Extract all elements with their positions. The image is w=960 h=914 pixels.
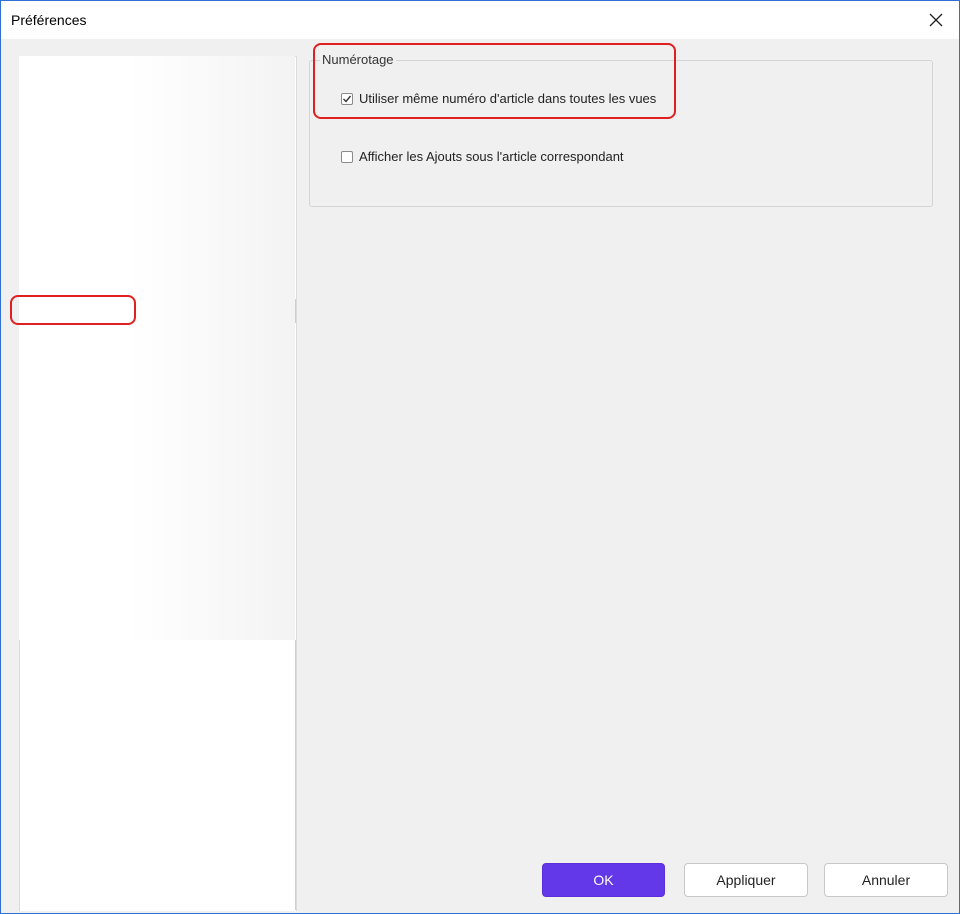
sidebar-item-renders[interactable]: Rendus [20, 443, 296, 467]
sidebar-item-export-autocad[interactable]: Exporter à AutoCAD [20, 227, 296, 251]
sidebar-item-assistants[interactable]: Paramètres des assistants [20, 371, 296, 395]
sidebar-item-label: Flex Cloud [43, 253, 126, 272]
show-additions-checkbox[interactable] [341, 150, 353, 163]
sidebar-item-label: Paramètres des assistants [43, 373, 246, 392]
sidebar-item-walls[interactable]: Murs/lignes de construction [20, 347, 296, 371]
sidebar-item-label: Textures de la pièce [43, 469, 197, 488]
ok-button[interactable]: OK [542, 863, 665, 897]
numbering-groupbox [309, 60, 933, 207]
document-gear-icon [21, 157, 41, 177]
show-additions-label: Afficher les Ajouts sous l'article corre… [359, 149, 624, 164]
sidebar-item-label: Configuration de la LDA [43, 157, 226, 176]
sidebar-item-tab-templates[interactable]: Modèles d'onglets d'affichage [20, 323, 296, 347]
sidebar-item-label: Aspect de l'application [43, 61, 214, 80]
preferences-sidebar: Aspect de l'application Catalogues Chemi… [19, 56, 297, 911]
numbering-group-title: Numérotage [320, 52, 396, 67]
sidebar-item-label: Plans de travail (comptoirs) et g [43, 421, 286, 440]
cube-icon [21, 445, 41, 465]
workspace-icon [21, 205, 41, 225]
sidebar-item-label: Espace de travail [43, 205, 176, 224]
preferences-nav-list: Aspect de l'application Catalogues Chemi… [20, 59, 296, 491]
sidebar-item-label: Paramètres globaux [43, 397, 197, 416]
sidebar-edge [295, 640, 296, 910]
window-title: Préférences [11, 12, 87, 28]
sidebar-item-global-settings[interactable]: Paramètres globaux [20, 395, 296, 419]
palette-icon [21, 469, 41, 489]
sidebar-item-workspace[interactable]: Espace de travail [20, 203, 296, 227]
sidebar-item-label: Catalogues [43, 85, 131, 104]
sidebar-item-file-paths[interactable]: Chemins d'accès des fichiers [20, 107, 296, 131]
show-additions-checkbox-row[interactable]: Afficher les Ajouts sous l'article corre… [341, 149, 624, 164]
sidebar-item-label: Rendus [43, 445, 103, 464]
sidebar-item-room-textures[interactable]: Textures de la pièce [20, 467, 296, 491]
sidebar-item-lda-config[interactable]: Configuration de la LDA [20, 155, 296, 179]
sidebar-item-label: Devise [43, 181, 96, 200]
sidebar-item-label: Murs/lignes de construction [43, 349, 253, 368]
sidebar-item-label: Chemins d'accès des fichiers [43, 109, 266, 128]
sidebar-item-catalogues[interactable]: Catalogues [20, 83, 296, 107]
sidebar-item-label: Cloud [43, 133, 88, 152]
sidebar-item-aspect[interactable]: Aspect de l'application [20, 59, 296, 83]
sidebar-item-legende[interactable]: Légende [20, 299, 296, 323]
tabs-template-icon [21, 325, 41, 345]
same-number-checkbox[interactable] [341, 92, 353, 105]
legend-icon [21, 301, 41, 321]
link-icon [21, 277, 41, 297]
flex-cloud-icon [21, 253, 41, 273]
checkmark-icon [343, 95, 352, 103]
pencil-icon [21, 349, 41, 369]
close-icon [929, 13, 943, 27]
same-number-checkbox-row[interactable]: Utiliser même numéro d'article dans tout… [341, 91, 656, 106]
sidebar-item-currency[interactable]: $ Devise [20, 179, 296, 203]
folder-gear-icon [21, 109, 41, 129]
sidebar-item-label: Modèles d'onglets d'affichage [43, 325, 269, 344]
sidebar-item-label: Lien MagicPlan [43, 277, 161, 296]
close-button[interactable] [919, 5, 953, 35]
cloud-icon [21, 133, 41, 153]
same-number-label: Utiliser même numéro d'article dans tout… [359, 91, 657, 106]
cancel-button[interactable]: Annuler [824, 863, 948, 897]
apply-button[interactable]: Appliquer [684, 863, 808, 897]
eye-icon [21, 61, 41, 81]
export-icon [21, 229, 41, 249]
sidebar-item-magicplan[interactable]: Lien MagicPlan [20, 275, 296, 299]
sidebar-item-flex-cloud[interactable]: Flex Cloud [20, 251, 296, 275]
svg-text:$: $ [27, 185, 35, 199]
flag-icon [21, 373, 41, 393]
countertop-icon [21, 421, 41, 441]
sidebar-item-label: Légende [43, 301, 110, 320]
sidebar-item-cloud[interactable]: Cloud [20, 131, 296, 155]
gear-icon [21, 397, 41, 417]
book-icon [21, 85, 41, 105]
title-bar: Préférences [1, 1, 959, 39]
sidebar-item-label: Exporter à AutoCAD [43, 229, 198, 248]
currency-icon: $ [21, 181, 41, 201]
sidebar-item-countertops[interactable]: Plans de travail (comptoirs) et g [20, 419, 296, 443]
